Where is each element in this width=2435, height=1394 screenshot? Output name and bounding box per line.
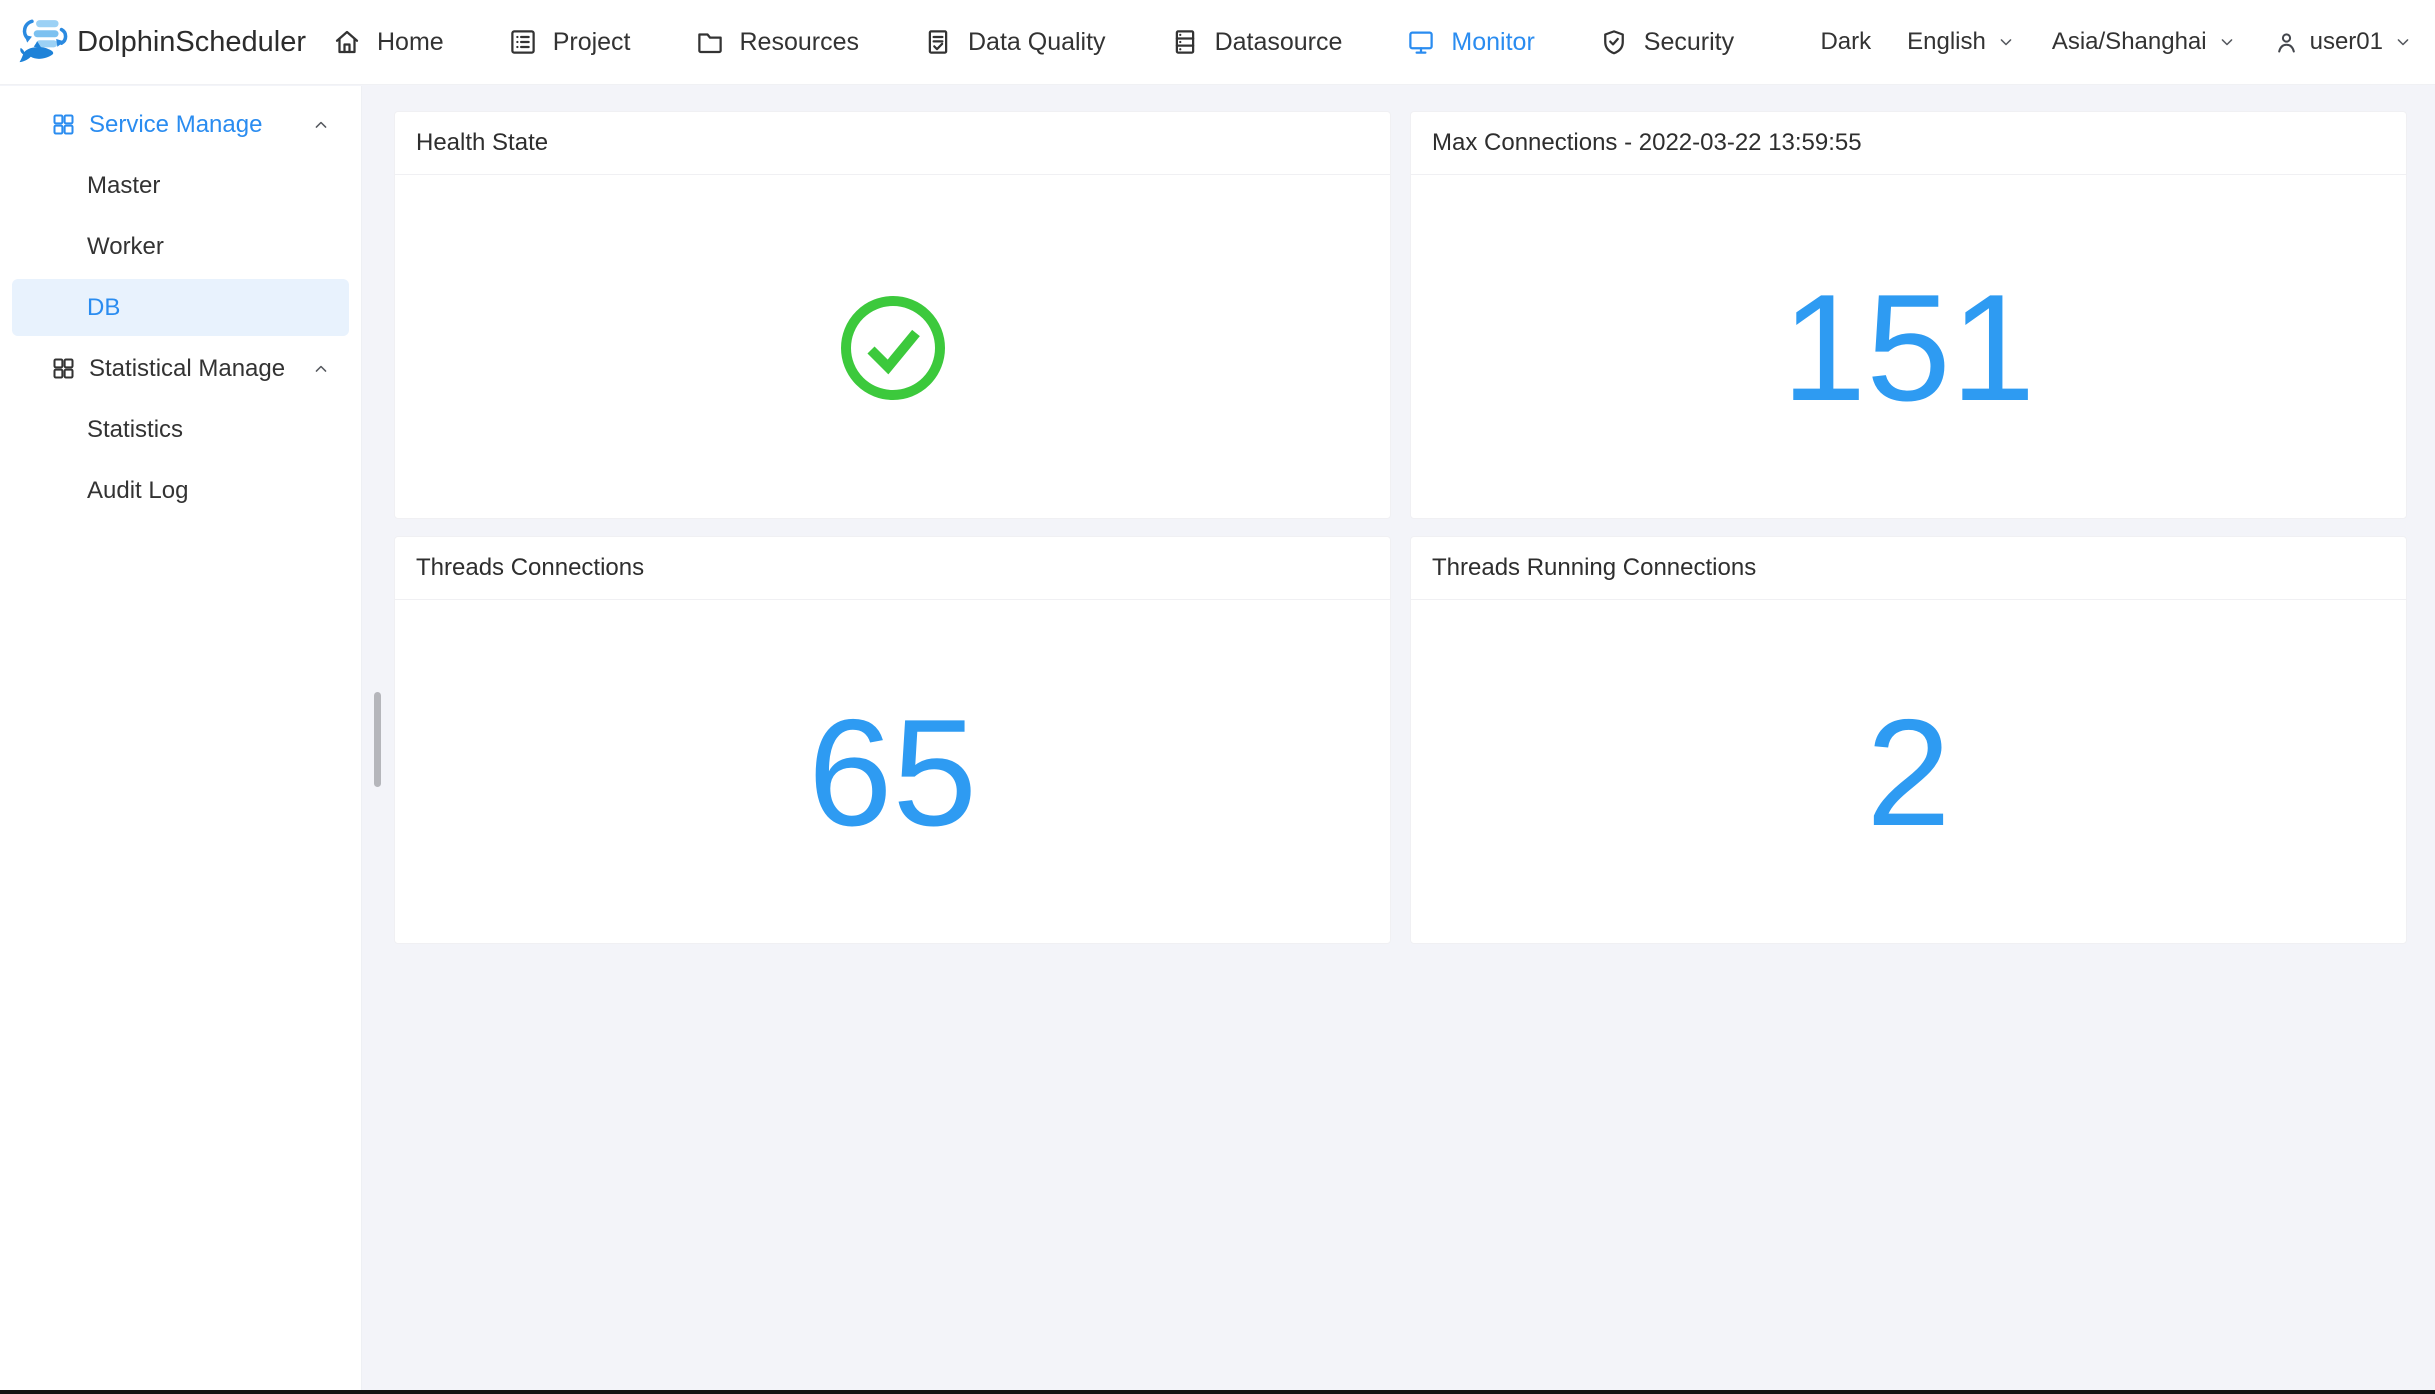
chevron-up-icon [311, 115, 331, 135]
main-content: Health State Max Connections - 2022-03-2… [363, 86, 2435, 1390]
card-title: Max Connections - 2022-03-22 13:59:55 [1432, 129, 1862, 157]
timezone-select[interactable]: Asia/Shanghai [2052, 28, 2237, 56]
topbar-right: Dark English Asia/Shanghai user01 [1820, 28, 2413, 56]
health-state-card: Health State [394, 111, 1391, 519]
nav-label: Project [553, 28, 631, 57]
user-menu[interactable]: user01 [2273, 28, 2413, 56]
chevron-down-icon [2217, 32, 2237, 52]
sidebar-group-label: Service Manage [89, 111, 262, 139]
nav-item-datasource[interactable]: Datasource [1170, 27, 1343, 57]
brand-name: DolphinScheduler [77, 26, 306, 59]
sidebar-group-service-manage[interactable]: Service Manage [12, 96, 349, 153]
card-body: 65 [395, 600, 1390, 944]
nav-item-data-quality[interactable]: Data Quality [923, 27, 1106, 57]
nav-label: Datasource [1215, 28, 1343, 57]
nav-item-monitor[interactable]: Monitor [1406, 27, 1534, 57]
stat-value: 2 [1866, 697, 1951, 849]
nav-item-project[interactable]: Project [508, 27, 631, 57]
sidebar-group-statistical-manage[interactable]: Statistical Manage [12, 340, 349, 397]
sidebar-item-label: Audit Log [87, 477, 188, 505]
card-header: Threads Connections [395, 537, 1390, 600]
sidebar-item-label: Worker [87, 233, 164, 261]
card-title: Threads Connections [416, 554, 644, 582]
card-header: Health State [395, 112, 1390, 175]
chevron-down-icon [2393, 32, 2413, 52]
data-quality-icon [923, 27, 953, 57]
home-icon [332, 27, 362, 57]
brand[interactable]: DolphinScheduler [16, 4, 306, 80]
stat-value: 151 [1782, 272, 2036, 424]
folder-icon [695, 27, 725, 57]
card-body: 2 [1411, 600, 2406, 944]
dolphinscheduler-logo-icon [16, 4, 75, 80]
nav-item-security[interactable]: Security [1599, 27, 1734, 57]
threads-running-connections-card: Threads Running Connections 2 [1410, 536, 2407, 944]
sidebar-group-label: Statistical Manage [89, 355, 285, 383]
sidebar-item-label: DB [87, 294, 120, 322]
bottom-edge-bar [0, 1390, 2435, 1394]
card-body [395, 175, 1390, 519]
monitor-icon [1406, 27, 1436, 57]
datasource-icon [1170, 27, 1200, 57]
user-icon [2273, 29, 2300, 56]
username-label: user01 [2310, 28, 2383, 56]
card-header: Max Connections - 2022-03-22 13:59:55 [1411, 112, 2406, 175]
sidebar: Service Manage Master Worker DB Statisti… [0, 86, 362, 1390]
stat-value: 65 [808, 697, 977, 849]
project-icon [508, 27, 538, 57]
timezone-label: Asia/Shanghai [2052, 28, 2207, 56]
threads-connections-card: Threads Connections 65 [394, 536, 1391, 944]
top-navbar: DolphinScheduler Home Project [0, 0, 2435, 85]
sidebar-item-statistics[interactable]: Statistics [12, 401, 349, 458]
nav-label: Data Quality [968, 28, 1106, 57]
grid-icon [50, 355, 77, 382]
shield-check-icon [1599, 27, 1629, 57]
top-nav: Home Project Resources [332, 27, 1734, 57]
nav-label: Security [1644, 28, 1734, 57]
sidebar-item-db[interactable]: DB [12, 279, 349, 336]
grid-icon [50, 111, 77, 138]
sidebar-item-worker[interactable]: Worker [12, 218, 349, 275]
theme-toggle-button[interactable]: Dark [1820, 28, 1871, 56]
sidebar-item-label: Master [87, 172, 160, 200]
max-connections-card: Max Connections - 2022-03-22 13:59:55 15… [1410, 111, 2407, 519]
nav-label: Resources [740, 28, 860, 57]
card-header: Threads Running Connections [1411, 537, 2406, 600]
sidebar-item-master[interactable]: Master [12, 157, 349, 214]
nav-label: Home [377, 28, 444, 57]
check-circle-icon [837, 292, 949, 404]
monitor-card-grid: Health State Max Connections - 2022-03-2… [394, 111, 2407, 944]
language-label: English [1907, 28, 1986, 56]
nav-item-resources[interactable]: Resources [695, 27, 860, 57]
card-body: 151 [1411, 175, 2406, 519]
sidebar-scrollbar-thumb[interactable] [374, 692, 381, 787]
language-select[interactable]: English [1907, 28, 2016, 56]
chevron-down-icon [1996, 32, 2016, 52]
card-title: Health State [416, 129, 548, 157]
nav-label: Monitor [1451, 28, 1534, 57]
sidebar-item-label: Statistics [87, 416, 183, 444]
chevron-up-icon [311, 359, 331, 379]
nav-item-home[interactable]: Home [332, 27, 444, 57]
card-title: Threads Running Connections [1432, 554, 1756, 582]
sidebar-item-audit-log[interactable]: Audit Log [12, 462, 349, 519]
